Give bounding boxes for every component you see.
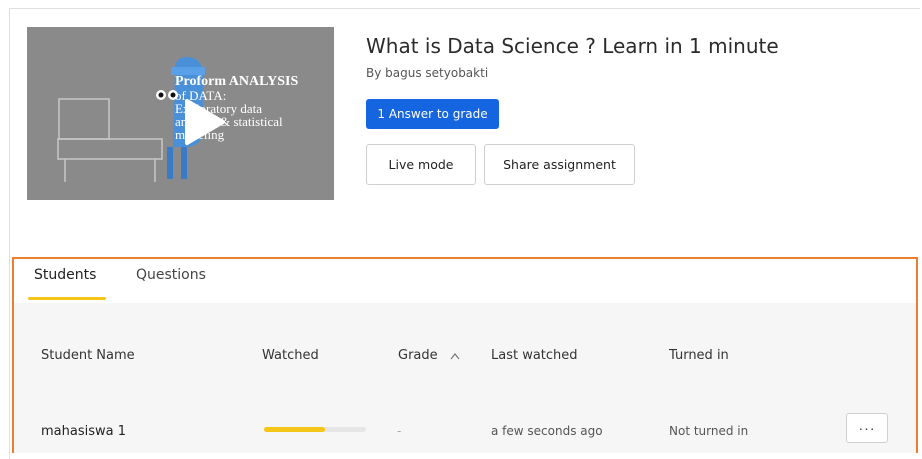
header-student-name[interactable]: Student Name <box>41 348 135 363</box>
grade-value: - <box>397 424 402 438</box>
answer-to-grade-button[interactable]: 1 Answer to grade <box>366 99 499 129</box>
tab-bar: Students Questions <box>14 259 916 303</box>
live-mode-button[interactable]: Live mode <box>366 144 476 185</box>
header-grade-label: Grade <box>398 348 438 363</box>
video-title: What is Data Science ? Learn in 1 minute <box>366 34 779 58</box>
students-table: Student Name Watched Grade Last watched … <box>14 303 916 453</box>
sort-asc-icon[interactable] <box>450 352 460 360</box>
students-panel: Students Questions Student Name Watched … <box>12 257 918 453</box>
header-turned-in[interactable]: Turned in <box>669 348 729 363</box>
share-assignment-button[interactable]: Share assignment <box>484 144 635 185</box>
play-icon[interactable] <box>183 97 227 147</box>
student-name[interactable]: mahasiswa 1 <box>41 424 126 439</box>
watched-progress-bar <box>264 427 366 432</box>
video-thumbnail[interactable]: Proform ANALYSIS of DATA: Exploratory da… <box>27 27 334 200</box>
more-icon[interactable]: ··· <box>846 413 888 443</box>
header-last-watched[interactable]: Last watched <box>491 348 578 363</box>
watched-progress-fill <box>264 427 326 432</box>
turned-in-value: Not turned in <box>669 424 749 438</box>
video-author: By bagus setyobakti <box>366 66 489 80</box>
tab-students[interactable]: Students <box>34 267 96 283</box>
thumbnail-line-1: Proform ANALYSIS <box>175 74 299 89</box>
header-grade[interactable]: Grade <box>398 348 460 363</box>
active-tab-indicator <box>28 297 106 300</box>
tab-questions[interactable]: Questions <box>136 267 206 283</box>
last-watched-value: a few seconds ago <box>491 424 603 438</box>
header-watched[interactable]: Watched <box>262 348 319 363</box>
